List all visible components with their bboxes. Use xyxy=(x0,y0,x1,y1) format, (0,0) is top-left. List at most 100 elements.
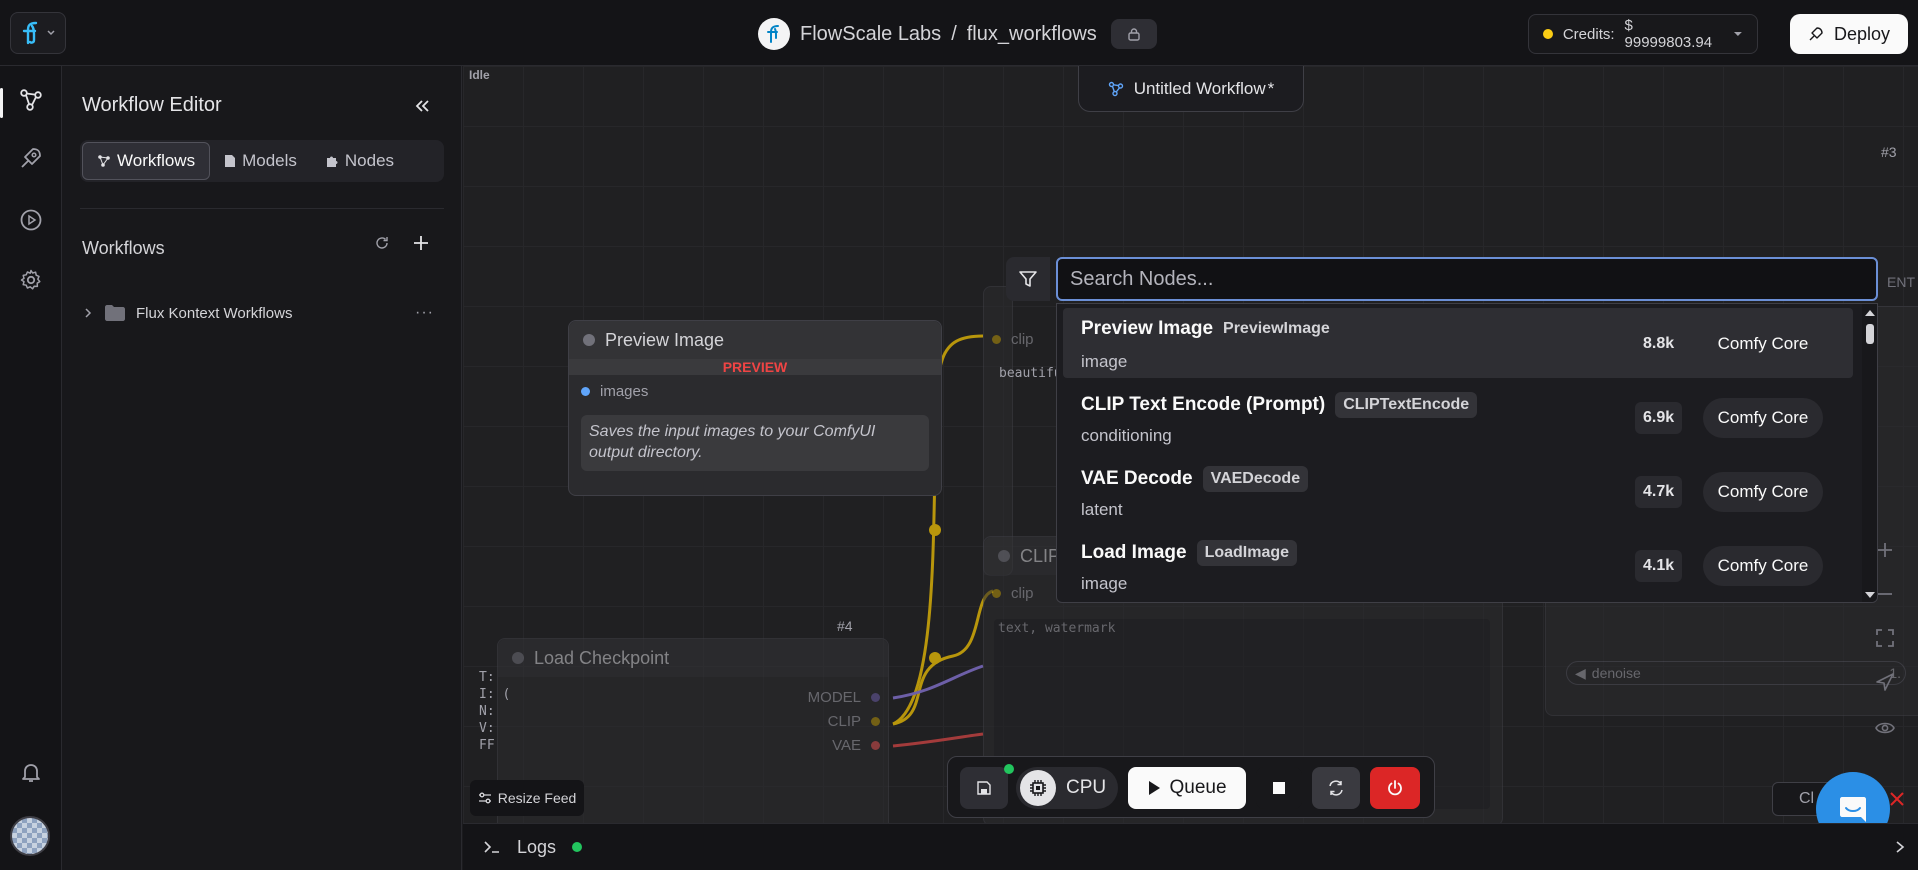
more-options-icon[interactable]: ··· xyxy=(415,304,434,322)
model-output-slot[interactable]: MODEL xyxy=(808,689,880,706)
result-source-badge: Comfy Core xyxy=(1703,472,1823,512)
slot-label: CLIP xyxy=(827,713,861,730)
saved-status-dot xyxy=(1004,764,1014,774)
logs-bar[interactable]: Logs xyxy=(463,823,1918,870)
result-class-badge: PreviewImage xyxy=(1223,320,1330,337)
node-description: Saves the input images to your ComfyUI o… xyxy=(581,415,929,471)
scrollbar-thumb[interactable] xyxy=(1866,324,1874,344)
tab-models[interactable]: Models xyxy=(210,142,311,180)
rocket-icon xyxy=(1809,27,1823,41)
result-usage-count: 4.7k xyxy=(1635,476,1683,508)
workflows-section-title: Workflows xyxy=(82,238,165,258)
result-title: Preview Image PreviewImage xyxy=(1081,318,1330,340)
credits-value: $ 99999803.94 xyxy=(1624,17,1713,51)
slot-label: VAE xyxy=(832,737,861,754)
nav-runs[interactable] xyxy=(0,198,62,242)
tab-label: Workflows xyxy=(117,151,196,170)
node-title: Load Checkpoint xyxy=(534,647,670,668)
queue-button[interactable]: Queue xyxy=(1128,767,1246,809)
execution-toolbar: CPU Queue xyxy=(947,756,1435,818)
scroll-down-icon[interactable] xyxy=(1862,588,1878,602)
tab-nodes[interactable]: Nodes xyxy=(311,142,408,180)
vae-output-slot[interactable]: VAE xyxy=(832,737,880,754)
stop-button[interactable] xyxy=(1256,767,1302,809)
plus-icon[interactable] xyxy=(412,234,430,252)
reroute-dot xyxy=(929,652,941,664)
result-usage-count: 8.8k xyxy=(1643,335,1675,352)
credits-dropdown[interactable]: Credits: $ 99999803.94 xyxy=(1528,14,1758,54)
node-partial-label: ENT xyxy=(1887,274,1915,290)
result-name: Preview Image xyxy=(1081,318,1214,339)
cpu-chip-icon xyxy=(1020,770,1056,806)
save-button[interactable] xyxy=(960,764,1014,809)
app-menu-button[interactable] xyxy=(10,12,66,54)
resize-feed-label: Resize Feed xyxy=(497,790,577,806)
node-header[interactable]: Preview Image xyxy=(569,321,941,359)
filter-button[interactable] xyxy=(1006,257,1050,301)
slot-dot xyxy=(871,693,880,702)
double-chevron-left-icon xyxy=(415,100,429,112)
node-search-dialog: Preview Image PreviewImage image 8.8k Com… xyxy=(1006,257,1878,607)
preview-badge: PREVIEW xyxy=(569,359,941,375)
org-name-link[interactable]: FlowScale Labs xyxy=(800,23,941,46)
bell-icon xyxy=(22,764,40,782)
info-line: T: xyxy=(479,670,495,685)
result-name: VAE Decode xyxy=(1081,468,1193,489)
notifications-button[interactable] xyxy=(0,750,62,794)
search-nodes-input[interactable] xyxy=(1056,257,1878,301)
chevron-right-icon[interactable] xyxy=(82,307,94,319)
refresh-icon[interactable] xyxy=(374,235,390,251)
cpu-label: CPU xyxy=(1066,777,1107,798)
tab-workflows[interactable]: Workflows xyxy=(82,142,211,180)
clip-output-slot[interactable]: CLIP xyxy=(828,713,880,730)
denoise-widget[interactable]: ◀ denoise 1. xyxy=(1566,661,1906,685)
compute-selector[interactable]: CPU xyxy=(1016,767,1118,809)
close-icon[interactable] xyxy=(1888,790,1906,808)
folder-label: Flux Kontext Workflows xyxy=(136,304,293,322)
toggle-visibility-button[interactable] xyxy=(1867,710,1903,746)
prompt-text: text, watermark xyxy=(998,621,1116,636)
chevron-down-icon xyxy=(47,30,55,36)
credits-label: Credits: xyxy=(1562,25,1615,43)
power-button[interactable] xyxy=(1370,767,1420,809)
collapse-panel-button[interactable] xyxy=(410,94,434,118)
search-result-item[interactable]: Preview Image PreviewImage image 8.8k Com… xyxy=(1063,308,1853,378)
scroll-up-icon[interactable] xyxy=(1862,306,1878,320)
slot-dot xyxy=(871,741,880,750)
search-results-list: Preview Image PreviewImage image 8.8k Com… xyxy=(1056,303,1878,603)
decrement-icon[interactable]: ◀ xyxy=(1575,665,1586,682)
terminal-icon xyxy=(484,841,499,853)
puzzle-icon xyxy=(326,156,338,167)
nav-workflow-editor[interactable] xyxy=(0,78,62,122)
chevron-right-icon[interactable] xyxy=(1894,840,1906,854)
fit-view-button[interactable] xyxy=(1867,620,1903,656)
folder-item[interactable]: Flux Kontext Workflows ··· xyxy=(82,298,442,328)
visibility-button[interactable] xyxy=(1110,19,1157,49)
search-result-item[interactable]: Load Image LoadImage image 4.1k Comfy Cor… xyxy=(1063,530,1853,600)
minus-icon xyxy=(1878,593,1892,595)
workflow-editor-panel: Workflow Editor Workflows Models Nodes W… xyxy=(62,66,462,870)
images-input-slot[interactable]: images xyxy=(581,383,648,400)
auto-queue-button[interactable] xyxy=(1312,767,1360,809)
refresh-icon xyxy=(1329,780,1343,796)
results-scrollbar[interactable] xyxy=(1862,304,1878,602)
node-status-dot xyxy=(512,652,524,664)
search-result-item[interactable]: VAE Decode VAEDecode latent 4.7k Comfy Co… xyxy=(1063,456,1853,526)
tab-label: Nodes xyxy=(344,151,395,170)
nav-settings[interactable] xyxy=(0,258,62,302)
deploy-button[interactable]: Deploy xyxy=(1790,14,1908,54)
lock-icon xyxy=(1128,28,1140,41)
user-avatar[interactable] xyxy=(10,816,50,856)
project-name-link[interactable]: flux_workflows xyxy=(967,23,1097,46)
resize-feed-button[interactable]: Resize Feed xyxy=(470,780,584,816)
search-result-item[interactable]: CLIP Text Encode (Prompt) CLIPTextEncode … xyxy=(1063,382,1853,452)
preview-image-node[interactable]: Preview Image PREVIEW images Saves the i… xyxy=(568,320,942,496)
graph-nodes-icon xyxy=(98,155,110,167)
power-icon xyxy=(1388,780,1402,796)
tab-label: Models xyxy=(242,151,297,170)
result-source-badge: Comfy Core xyxy=(1717,334,1809,353)
node-id-label: #3 xyxy=(1881,144,1897,160)
nav-deployments[interactable] xyxy=(0,136,62,180)
gear-icon xyxy=(20,269,41,290)
select-mode-button[interactable] xyxy=(1867,664,1903,700)
